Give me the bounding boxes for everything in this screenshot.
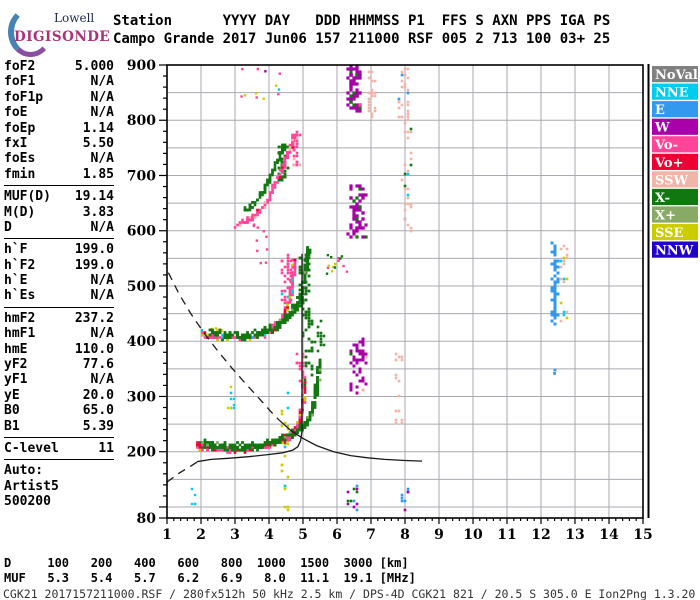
x-tick-label: 4 [264,527,274,543]
direction-legend: NoVal NNE EW Vo- Vo+ SSW X- X+ SSE NNW [652,66,698,259]
legend-label: NNE [655,86,689,101]
y-tick-label: 200 [127,445,156,461]
y-tick-label: 800 [127,113,156,129]
legend-label: Vo- [654,138,678,153]
x-tick-label: 8 [400,527,410,543]
x-tick-label: 13 [565,527,584,543]
x-tick-label: 7 [366,527,376,543]
transmission-curve-dashed [167,272,280,421]
y-tick-label: 600 [127,224,156,240]
legend-label: NoVal [655,68,698,83]
y-tick-label: 700 [127,168,156,184]
x-tick-label: 11 [497,527,516,543]
y-tick-label: 500 [127,279,156,295]
x-tick-label: 12 [531,527,550,543]
x-tick-label: 1 [162,527,172,543]
x-tick-label: 10 [463,527,483,543]
legend-label: X- [655,191,670,206]
x-tick-label: 3 [230,527,240,543]
axis-ticks [159,64,644,524]
footer-status-line: CGK21_2017157211000.RSF / 280fx512h 50 k… [3,587,696,600]
x-tick-label: 15 [633,527,652,543]
y-tick-label: 400 [127,334,156,350]
profile-solid [196,253,303,463]
axis-labels: 900800700600500400300200801 2 3 4 5 6 7 8 9 10 11 1… [127,58,653,543]
ionogram-screen: Lowell DIGISONDE Station YYYY DAY DDD HH… [0,0,700,600]
distance-muf-scale-rows: D 100 200 400 600 800 1000 1500 3000 [km… [4,556,416,585]
legend-label: Vo+ [654,156,683,171]
legend-label: SSE [655,226,683,241]
y-tick-label: 300 [127,389,156,405]
x-tick-label: 2 [196,527,206,543]
legend-label: X+ [655,208,676,223]
legend-label: W [654,121,670,136]
y-tick-label: 80 [137,511,157,527]
legend-label: SSW [655,173,688,188]
x-tick-label: 6 [332,527,342,543]
x-tick-label: 14 [599,527,619,543]
x-tick-label: 5 [298,527,308,543]
legend-label: NNW [655,244,694,259]
x-tick-label: 9 [434,527,444,543]
ionogram-plot: 900800700600500400300200801 2 3 4 5 6 7 8 9 10 11 1… [127,58,698,543]
legend-label: E [655,103,665,118]
y-tick-label: 900 [127,58,156,74]
